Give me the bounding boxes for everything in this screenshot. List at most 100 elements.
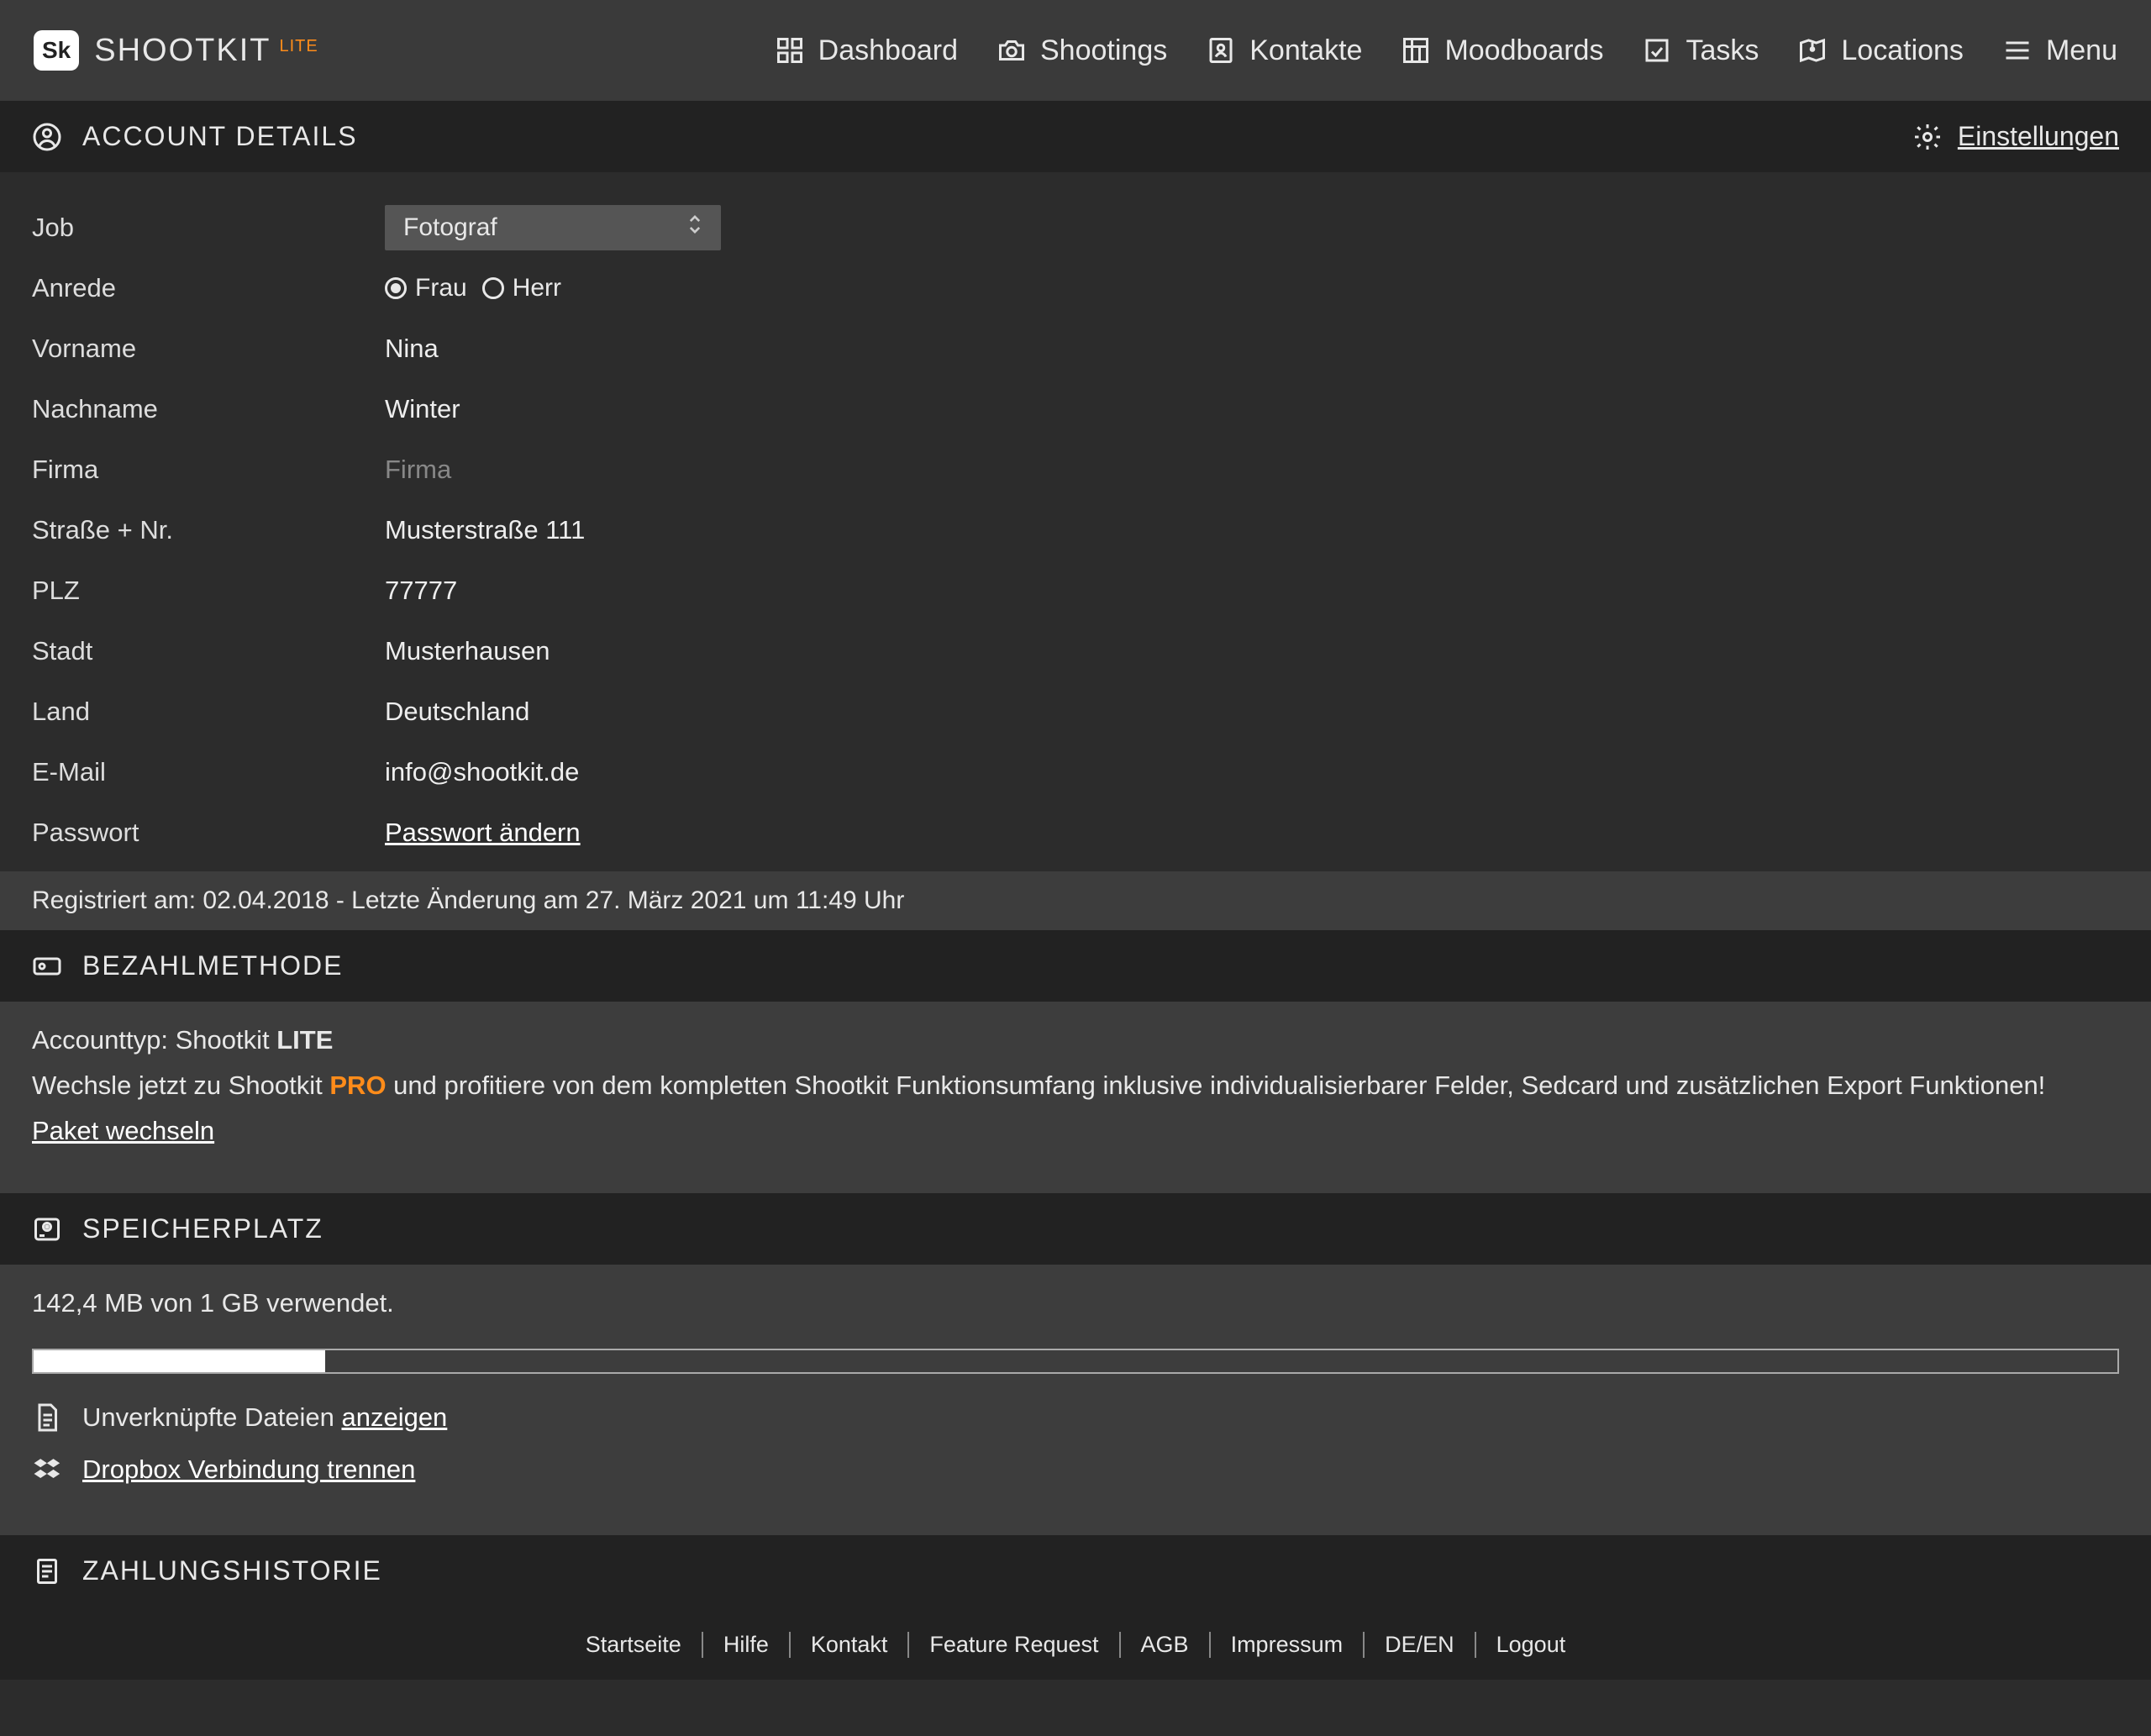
plz-input[interactable]: 77777 (385, 576, 457, 606)
unlinked-prefix: Unverknüpfte Dateien (82, 1402, 341, 1432)
moodboard-icon (1401, 35, 1431, 66)
email-label: E-Mail (32, 757, 385, 787)
harddrive-icon (32, 1214, 62, 1244)
land-label: Land (32, 697, 385, 727)
settings-label: Einstellungen (1958, 121, 2119, 152)
job-select[interactable]: Fotograf (385, 205, 721, 250)
radio-herr-label: Herr (513, 274, 561, 302)
firma-input[interactable]: Firma (385, 455, 451, 485)
stadt-input[interactable]: Musterhausen (385, 636, 550, 666)
radio-selected-icon (385, 277, 407, 299)
account-title: ACCOUNT DETAILS (82, 121, 358, 152)
footer-hilfe[interactable]: Hilfe (703, 1632, 791, 1658)
account-type-line: Accounttyp: Shootkit LITE (32, 1025, 2119, 1055)
dropbox-row: Dropbox Verbindung trennen (32, 1455, 2119, 1485)
footer-agb[interactable]: AGB (1121, 1632, 1211, 1658)
strasse-label: Straße + Nr. (32, 515, 385, 545)
registration-meta: Registriert am: 02.04.2018 - Letzte Ände… (0, 871, 2151, 930)
passwort-label: Passwort (32, 818, 385, 848)
firma-label: Firma (32, 455, 385, 485)
history-title: ZAHLUNGSHISTORIE (82, 1555, 382, 1586)
nav-dashboard[interactable]: Dashboard (775, 34, 958, 67)
radio-frau-label: Frau (415, 274, 467, 302)
map-pin-icon (1797, 35, 1828, 66)
nav-shootings[interactable]: Shootings (997, 34, 1167, 67)
account-form: Job Fotograf Anrede Frau Herr VornameNin… (0, 172, 2151, 871)
nachname-input[interactable]: Winter (385, 394, 460, 424)
nav-shootings-label: Shootings (1040, 34, 1167, 67)
file-icon (32, 1402, 62, 1433)
select-arrows-icon (687, 213, 702, 242)
upsell-line: Wechsle jetzt zu Shootkit PRO und profit… (32, 1071, 2119, 1101)
plz-label: PLZ (32, 576, 385, 606)
radio-unselected-icon (482, 277, 504, 299)
stadt-label: Stadt (32, 636, 385, 666)
account-type-prefix: Accounttyp: Shootkit (32, 1025, 276, 1055)
account-type-tier: LITE (276, 1025, 333, 1055)
settings-link[interactable]: Einstellungen (1912, 121, 2119, 152)
footer-startseite[interactable]: Startseite (565, 1632, 703, 1658)
payment-title: BEZAHLMETHODE (82, 950, 343, 981)
receipt-icon (32, 1556, 62, 1586)
email-input[interactable]: info@shootkit.de (385, 757, 579, 787)
land-input[interactable]: Deutschland (385, 697, 529, 727)
brand-text: SHOOTKIT (94, 33, 271, 68)
unlinked-files-text: Unverknüpfte Dateien anzeigen (82, 1402, 447, 1433)
anrede-radio-group: Frau Herr (385, 274, 561, 302)
radio-frau[interactable]: Frau (385, 274, 467, 302)
hamburger-icon (2002, 35, 2033, 66)
main-nav: Dashboard Shootings Kontakte Moodboards … (775, 34, 2117, 67)
nav-moodboards[interactable]: Moodboards (1401, 34, 1603, 67)
footer-logout[interactable]: Logout (1476, 1632, 1586, 1658)
contacts-icon (1206, 35, 1236, 66)
dropbox-disconnect-link[interactable]: Dropbox Verbindung trennen (82, 1455, 415, 1485)
nav-tasks-label: Tasks (1686, 34, 1759, 67)
tier-badge: LITE (279, 37, 318, 55)
nav-kontakte[interactable]: Kontakte (1206, 34, 1362, 67)
storage-section-header: SPEICHERPLATZ (0, 1193, 2151, 1265)
strasse-input[interactable]: Musterstraße 111 (385, 515, 585, 545)
storage-progress-fill (34, 1350, 325, 1372)
payment-icon (32, 951, 62, 981)
gear-icon (1912, 122, 1943, 152)
check-icon (1642, 35, 1672, 66)
payment-section-header: BEZAHLMETHODE (0, 930, 2151, 1002)
change-password-link[interactable]: Passwort ändern (385, 818, 581, 848)
nav-menu[interactable]: Menu (2002, 34, 2117, 67)
upsell-prefix: Wechsle jetzt zu Shootkit (32, 1071, 329, 1100)
nav-menu-label: Menu (2046, 34, 2117, 67)
radio-herr[interactable]: Herr (482, 274, 561, 302)
footer-feature-request[interactable]: Feature Request (909, 1632, 1120, 1658)
footer-impressum[interactable]: Impressum (1211, 1632, 1365, 1658)
nav-tasks[interactable]: Tasks (1642, 34, 1759, 67)
nav-kontakte-label: Kontakte (1249, 34, 1362, 67)
nav-locations-label: Locations (1841, 34, 1964, 67)
nav-locations[interactable]: Locations (1797, 34, 1964, 67)
footer-language-toggle[interactable]: DE/EN (1365, 1632, 1476, 1658)
storage-usage-text: 142,4 MB von 1 GB verwendet. (32, 1288, 2119, 1318)
user-circle-icon (32, 122, 62, 152)
vorname-label: Vorname (32, 334, 385, 364)
payment-body: Accounttyp: Shootkit LITE Wechsle jetzt … (0, 1002, 2151, 1193)
brand-name: SHOOTKIT LITE (94, 33, 318, 69)
change-package-link[interactable]: Paket wechseln (32, 1116, 2119, 1146)
grid-icon (775, 35, 805, 66)
anrede-label: Anrede (32, 273, 385, 303)
vorname-input[interactable]: Nina (385, 334, 439, 364)
footer-kontakt[interactable]: Kontakt (791, 1632, 910, 1658)
unlinked-files-row: Unverknüpfte Dateien anzeigen (32, 1402, 2119, 1433)
upsell-suffix: und profitiere von dem kompletten Shootk… (387, 1071, 2046, 1100)
storage-title: SPEICHERPLATZ (82, 1213, 323, 1244)
nachname-label: Nachname (32, 394, 385, 424)
storage-body: 142,4 MB von 1 GB verwendet. Unverknüpft… (0, 1265, 2151, 1535)
history-section-header: ZAHLUNGSHISTORIE (0, 1535, 2151, 1607)
upsell-pro: PRO (329, 1071, 386, 1100)
job-label: Job (32, 213, 385, 243)
nav-dashboard-label: Dashboard (818, 34, 958, 67)
logo-mark[interactable]: Sk (34, 30, 79, 71)
unlinked-link[interactable]: anzeigen (341, 1402, 447, 1432)
dropbox-icon (32, 1455, 62, 1485)
storage-progress-bar (32, 1349, 2119, 1374)
footer-nav: Startseite Hilfe Kontakt Feature Request… (0, 1607, 2151, 1680)
job-select-value: Fotograf (403, 213, 497, 242)
